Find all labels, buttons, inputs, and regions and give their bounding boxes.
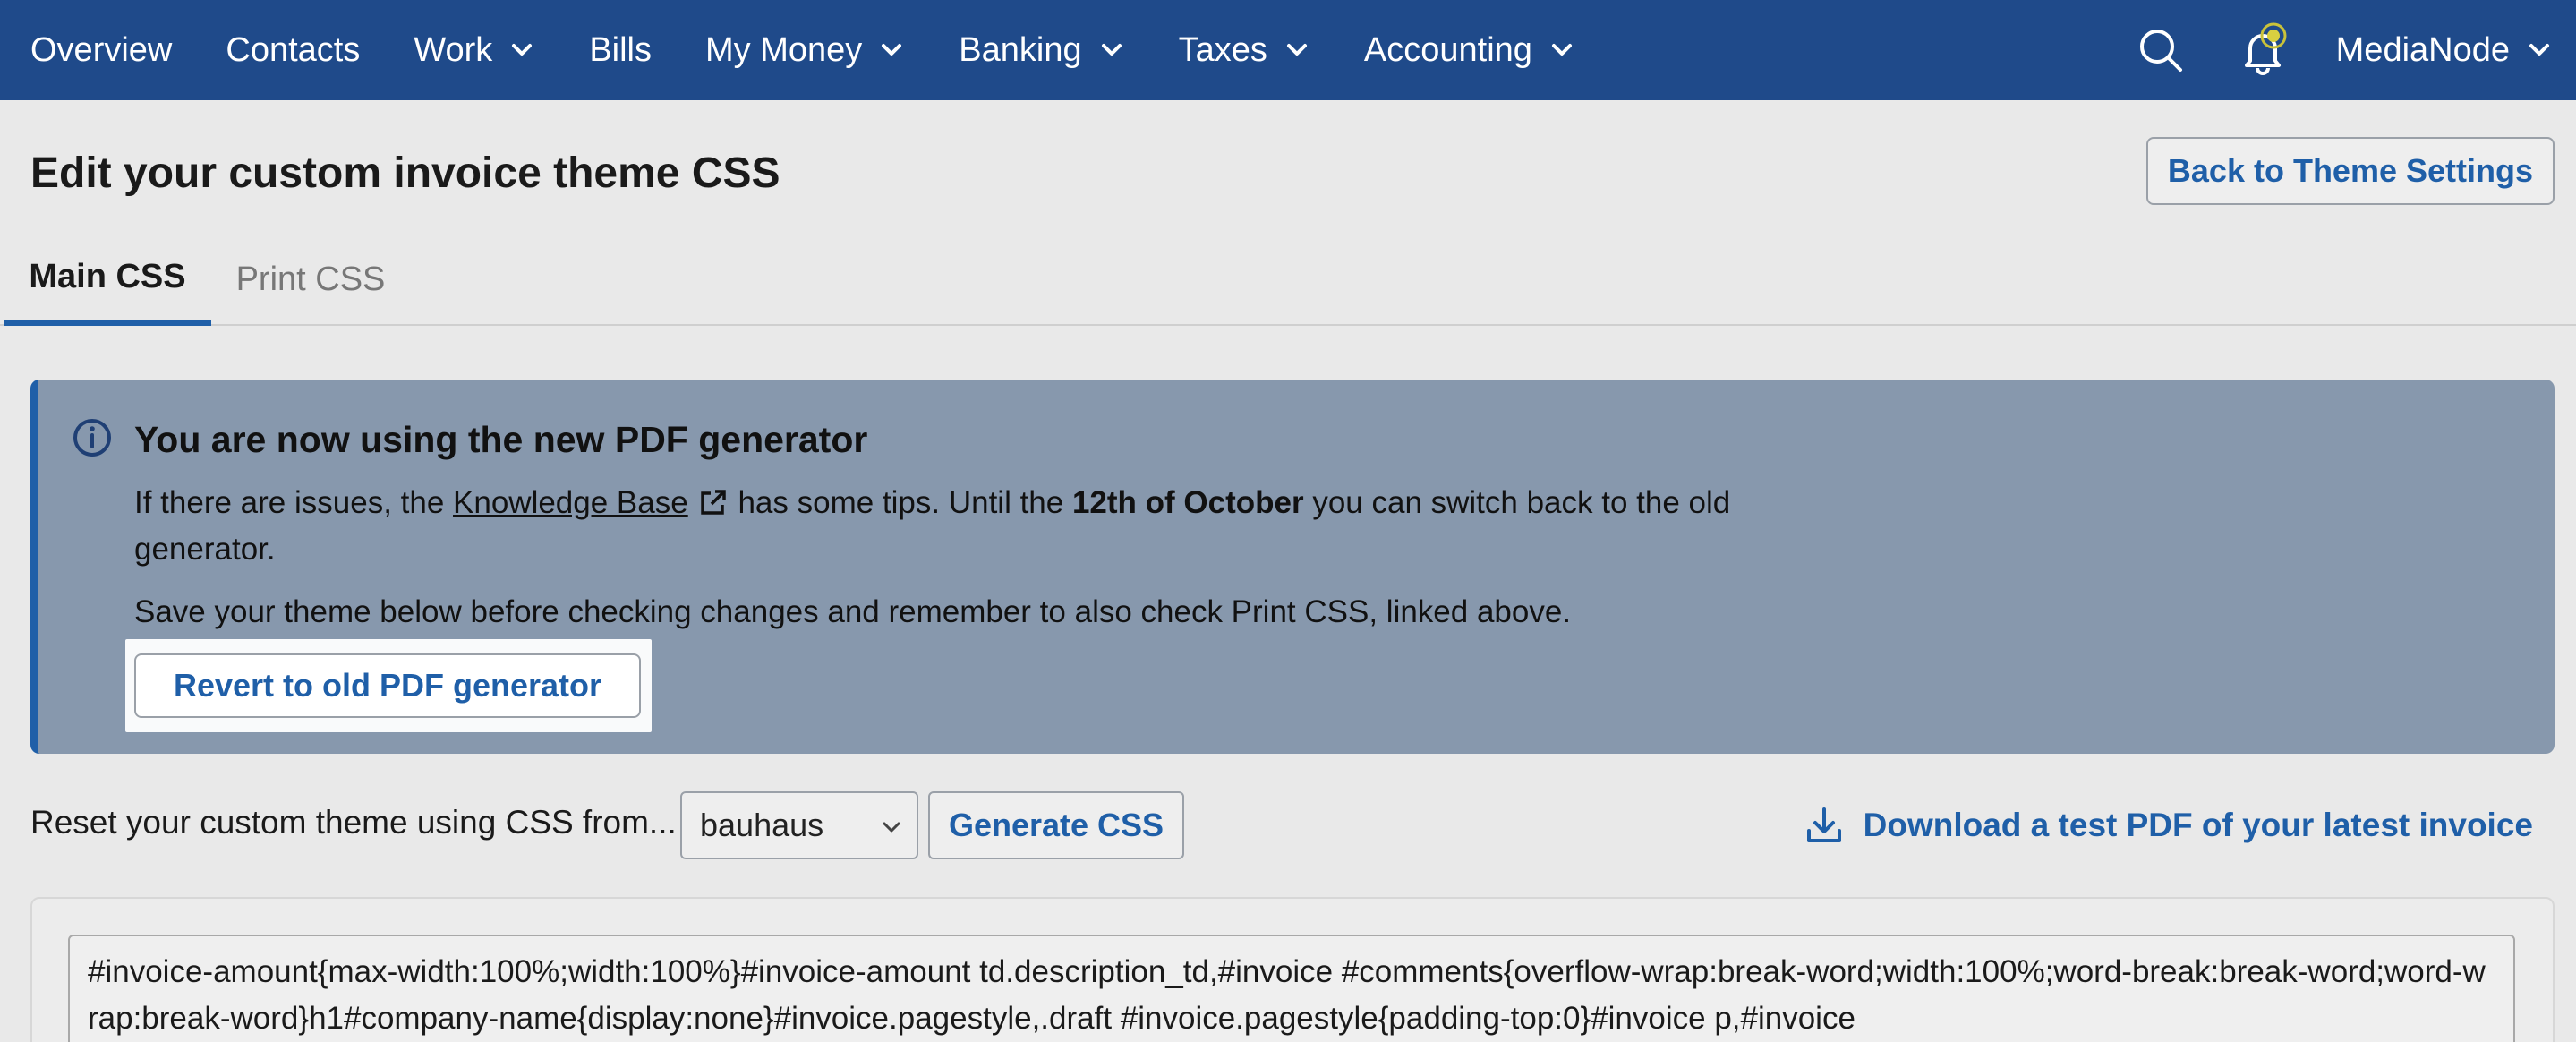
nav-item-bills[interactable]: Bills xyxy=(589,31,652,70)
theme-select[interactable]: bauhaus xyxy=(680,791,918,859)
info-icon xyxy=(73,419,111,457)
knowledge-base-link[interactable]: Knowledge Base xyxy=(453,485,729,520)
chevron-down-icon xyxy=(1551,44,1572,56)
nav-item-label: My Money xyxy=(705,30,863,69)
nav-item-label: Work xyxy=(414,30,493,69)
notice-paragraph-2: Save your theme below before checking ch… xyxy=(134,594,1572,629)
tab-bar: Main CSS Print CSS xyxy=(0,233,2576,326)
download-icon xyxy=(1806,807,1841,842)
notice-title: You are now using the new PDF generator xyxy=(134,419,868,460)
tab-print-css[interactable]: Print CSS xyxy=(211,233,410,326)
nav-item-taxes[interactable]: Taxes xyxy=(1179,31,1310,70)
nav-item-label: Taxes xyxy=(1178,30,1267,69)
chevron-down-icon xyxy=(1101,44,1122,56)
notice-text: has some tips. Until the xyxy=(729,485,1072,520)
nav-item-label: Banking xyxy=(959,30,1082,69)
download-test-pdf-link[interactable]: Download a test PDF of your latest invoi… xyxy=(1804,800,2533,850)
nav-item-label: Accounting xyxy=(1363,30,1532,69)
nav-item-label: Bills xyxy=(589,30,652,69)
knowledge-base-link-label: Knowledge Base xyxy=(453,485,688,520)
chevron-down-icon xyxy=(883,822,900,833)
nav-item-accounting[interactable]: Accounting xyxy=(1364,31,1575,70)
css-editor-card: #invoice-amount{max-width:100%;width:100… xyxy=(30,897,2555,1042)
notice-paragraph-1: If there are issues, the Knowledge Base … xyxy=(134,480,1835,573)
nav-item-label: Contacts xyxy=(226,30,361,69)
nav-item-banking[interactable]: Banking xyxy=(959,31,1124,70)
page-title: Edit your custom invoice theme CSS xyxy=(30,149,780,197)
deadline-date: 12th of October xyxy=(1071,485,1304,520)
nav-item-work[interactable]: Work xyxy=(414,31,535,70)
back-to-theme-settings-button[interactable]: Back to Theme Settings xyxy=(2145,137,2555,205)
theme-select-value: bauhaus xyxy=(700,807,824,843)
chevron-down-icon xyxy=(2529,44,2549,56)
download-link-label: Download a test PDF of your latest invoi… xyxy=(1863,807,2533,843)
search-icon[interactable] xyxy=(2132,21,2189,79)
nav-item-contacts[interactable]: Contacts xyxy=(226,31,360,70)
css-editor[interactable]: #invoice-amount{max-width:100%;width:100… xyxy=(68,935,2515,1042)
bell-icon[interactable] xyxy=(2234,21,2291,79)
notice-text: If there are issues, the xyxy=(134,485,454,520)
pdf-generator-notice: You are now using the new PDF generator … xyxy=(30,380,2555,754)
nav-item-label: Overview xyxy=(30,30,173,69)
nav-item-overview[interactable]: Overview xyxy=(30,31,172,70)
external-link-icon xyxy=(700,490,726,515)
account-name: MediaNode xyxy=(2335,30,2510,69)
chevron-down-icon xyxy=(512,44,533,56)
nav-items: Overview Contacts Work Bills My Money Banking… xyxy=(30,31,1629,70)
top-nav: Overview Contacts Work Bills My Money Banking… xyxy=(0,0,2576,100)
account-menu[interactable]: MediaNode xyxy=(2336,31,2553,70)
nav-item-my-money[interactable]: My Money xyxy=(705,31,905,70)
chevron-down-icon xyxy=(1286,44,1307,56)
reset-theme-label: Reset your custom theme using CSS from..… xyxy=(30,804,677,841)
tab-main-css[interactable]: Main CSS xyxy=(4,233,211,326)
generate-css-button[interactable]: Generate CSS xyxy=(928,791,1184,859)
revert-pdf-generator-button[interactable]: Revert to old PDF generator xyxy=(134,653,641,718)
nav-right: MediaNode xyxy=(2132,0,2553,100)
chevron-down-icon xyxy=(882,44,902,56)
